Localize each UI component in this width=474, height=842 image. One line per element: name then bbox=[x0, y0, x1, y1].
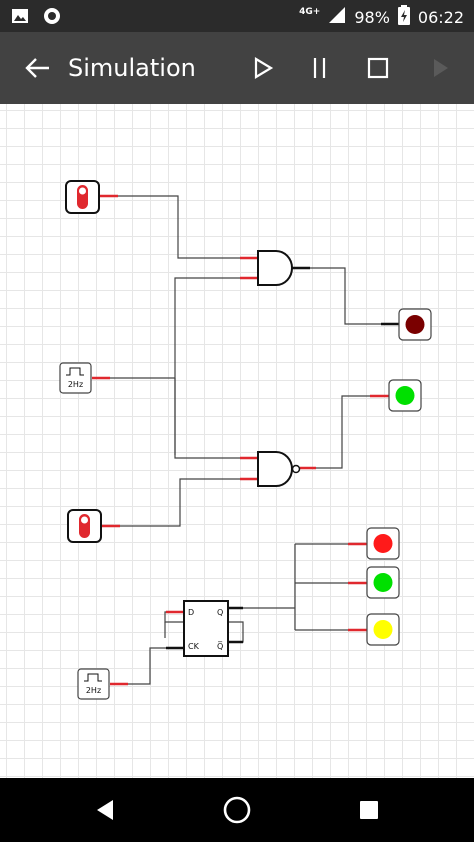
circuit-diagram: 2Hz 2Hz D CK Q Q̅ bbox=[59, 180, 432, 700]
clock-source-bottom[interactable]: 2Hz bbox=[77, 668, 110, 700]
nav-home-button[interactable] bbox=[217, 792, 257, 828]
nav-recents-button[interactable] bbox=[349, 792, 389, 828]
clock-top-label: 2Hz bbox=[68, 380, 83, 389]
stop-icon bbox=[367, 57, 389, 79]
flipflop-d-label: D bbox=[188, 608, 194, 617]
wires bbox=[110, 195, 381, 685]
pause-icon bbox=[313, 58, 326, 78]
battery-icon bbox=[397, 5, 410, 29]
page-title: Simulation bbox=[68, 54, 196, 82]
d-flip-flop[interactable]: D CK Q Q̅ bbox=[183, 600, 229, 657]
nav-home-icon bbox=[223, 796, 251, 824]
circuit-canvas[interactable]: 2Hz 2Hz D CK Q Q̅ bbox=[0, 104, 474, 778]
clock-time: 06:22 bbox=[417, 7, 464, 27]
gallery-notification-icon bbox=[10, 6, 30, 30]
signal-icon bbox=[328, 6, 346, 28]
sync-notification-icon bbox=[42, 6, 62, 30]
stop-button[interactable] bbox=[360, 50, 396, 86]
led-output-yellow bbox=[366, 613, 400, 646]
status-bar: 4G+ 98% 06:22 bbox=[0, 0, 474, 32]
led-output-red bbox=[366, 527, 400, 560]
and-gate[interactable] bbox=[257, 250, 293, 286]
clock-bottom-label: 2Hz bbox=[86, 686, 101, 695]
step-button[interactable] bbox=[422, 50, 458, 86]
nav-back-icon bbox=[97, 800, 113, 820]
toggle-switch-bottom[interactable] bbox=[67, 509, 102, 543]
toggle-switch-top[interactable] bbox=[65, 180, 100, 214]
system-nav-bar bbox=[0, 778, 474, 842]
battery-percent: 98% bbox=[354, 7, 390, 27]
flipflop-qbar-label: Q̅ bbox=[217, 641, 223, 651]
nav-recents-icon bbox=[360, 801, 378, 819]
network-type-label: 4G+ bbox=[299, 7, 321, 17]
back-button[interactable] bbox=[20, 50, 56, 86]
app-bar: Simulation bbox=[0, 32, 474, 104]
back-arrow-icon bbox=[25, 58, 49, 78]
led-output-nand bbox=[388, 379, 422, 412]
flipflop-q-label: Q bbox=[217, 608, 223, 617]
clock-source-top[interactable]: 2Hz bbox=[59, 362, 92, 394]
nav-back-button[interactable] bbox=[85, 792, 125, 828]
led-output-green bbox=[366, 566, 400, 599]
nand-gate[interactable] bbox=[257, 451, 301, 487]
led-output-and bbox=[398, 308, 432, 341]
play-button[interactable] bbox=[245, 50, 281, 86]
step-icon bbox=[434, 59, 448, 77]
pause-button[interactable] bbox=[302, 50, 338, 86]
play-icon bbox=[254, 57, 274, 79]
flipflop-ck-label: CK bbox=[188, 642, 200, 651]
